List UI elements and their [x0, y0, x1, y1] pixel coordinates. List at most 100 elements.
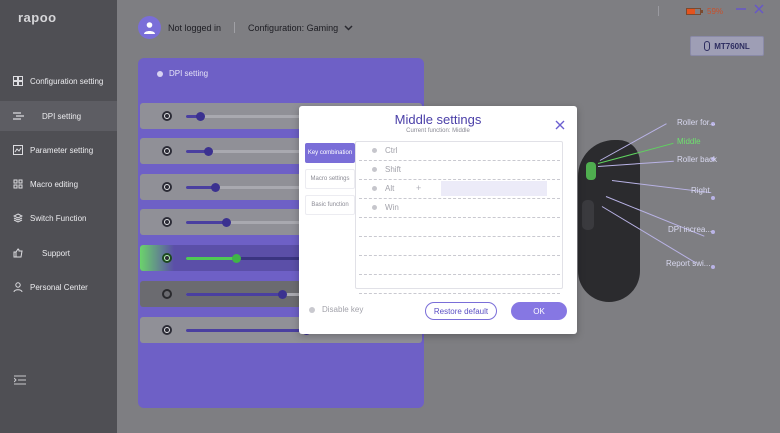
configuration-selector[interactable]: Configuration: Gaming	[248, 23, 338, 33]
key-row-alt[interactable]: Alt +	[359, 180, 560, 199]
dpi-slider-handle[interactable]	[232, 254, 242, 263]
dpi-slider[interactable]	[186, 183, 306, 192]
checkbox-dot[interactable]	[372, 186, 377, 191]
radio-dot[interactable]	[309, 306, 315, 313]
sidebar-item-label: Configuration setting	[30, 76, 104, 86]
key-row-empty	[359, 218, 560, 237]
sidebar-item-label: Macro editing	[30, 179, 79, 189]
label-right[interactable]: Right	[691, 186, 710, 195]
sidebar-item-label: Personal Center	[30, 282, 88, 292]
mouse-wheel	[586, 162, 596, 180]
label-dpi-increase[interactable]: DPI increa...	[668, 225, 712, 234]
macro-icon	[12, 178, 24, 190]
chevron-down-icon[interactable]	[344, 23, 353, 33]
device-selector-button[interactable]: MT760NL	[690, 36, 764, 56]
dpi-slider[interactable]	[186, 326, 311, 335]
tab-macro-settings[interactable]: Macro settings	[305, 169, 355, 189]
device-name: MT760NL	[714, 41, 750, 51]
mouse-icon	[704, 41, 711, 51]
divider	[234, 22, 236, 33]
label-middle[interactable]: Middle	[677, 137, 701, 146]
tab-key-combination[interactable]: Key combination	[305, 143, 355, 163]
key-row-shift[interactable]: Shift	[359, 161, 560, 180]
key-label: Alt	[385, 184, 395, 193]
key-combination-list: Ctrl Shift Alt + Win	[355, 141, 563, 294]
dialog-subtitle: Current function: Middle	[406, 128, 470, 134]
mouse-side-button	[582, 200, 594, 230]
dpi-slider-handle[interactable]	[278, 290, 287, 299]
divider	[658, 6, 659, 16]
sidebar-item-parameter[interactable]: Parameter setting	[0, 135, 117, 165]
ok-button[interactable]: OK	[511, 302, 567, 320]
plus-sign: +	[416, 183, 422, 193]
sidebar-item-switch-function[interactable]: Switch Function	[0, 203, 117, 233]
dpi-radio[interactable]	[162, 217, 172, 227]
close-icon[interactable]	[754, 3, 764, 17]
dpi-title-text: DPI setting	[169, 69, 209, 78]
dpi-slider[interactable]	[186, 147, 306, 156]
sidebar-item-configuration[interactable]: Configuration setting	[0, 66, 117, 96]
dpi-slider-handle[interactable]	[210, 183, 220, 192]
dpi-icon	[12, 110, 24, 122]
label-roller-back[interactable]: Roller back	[677, 155, 717, 164]
sidebar-item-label: Switch Function	[30, 213, 87, 223]
sidebar-item-label: Support	[42, 248, 71, 258]
label-report-switch[interactable]: Report swi...	[666, 259, 710, 268]
sidebar-item-support[interactable]: Support	[0, 238, 117, 268]
key-row-empty	[359, 256, 560, 275]
sidebar-item-personal-center[interactable]: Personal Center	[0, 272, 117, 302]
dpi-slider-handle[interactable]	[203, 147, 213, 156]
dialog-title: Middle settings	[394, 112, 482, 127]
collapse-icon[interactable]	[13, 374, 26, 388]
title-dot	[157, 70, 163, 77]
key-label: Win	[385, 203, 399, 212]
key-row-empty	[359, 275, 560, 294]
dpi-radio[interactable]	[162, 182, 172, 192]
key-label: Ctrl	[385, 146, 398, 155]
thumbs-up-icon	[12, 247, 24, 259]
dpi-slider[interactable]	[186, 218, 306, 227]
dpi-radio[interactable]	[162, 253, 172, 263]
disable-key-option[interactable]: Disable key	[309, 305, 363, 314]
sidebar-item-macro[interactable]: Macro editing	[0, 169, 117, 199]
dpi-slider-handle[interactable]	[221, 218, 231, 227]
dpi-radio[interactable]	[162, 111, 172, 121]
grid-icon	[12, 75, 24, 87]
dialog-tabs: Key combination Macro settings Basic fun…	[305, 143, 355, 221]
dpi-slider-handle[interactable]	[196, 112, 206, 121]
dpi-slider[interactable]	[186, 254, 306, 263]
sidebar-item-dpi[interactable]: DPI setting	[0, 101, 117, 131]
key-row-ctrl[interactable]: Ctrl	[359, 142, 560, 161]
parameter-icon	[12, 144, 24, 156]
layers-icon	[12, 212, 24, 224]
key-input-field[interactable]	[441, 181, 547, 196]
restore-default-button[interactable]: Restore default	[425, 302, 497, 320]
dpi-radio[interactable]	[162, 146, 172, 156]
dpi-radio[interactable]	[162, 325, 172, 335]
key-row-empty	[359, 237, 560, 256]
dpi-panel-title: DPI setting	[157, 69, 208, 78]
disable-key-label: Disable key	[322, 305, 364, 314]
dpi-radio[interactable]	[162, 289, 172, 299]
sidebar-item-label: Parameter setting	[30, 145, 94, 155]
battery-indicator: 59%	[686, 7, 723, 16]
minimize-icon[interactable]	[736, 3, 746, 17]
label-roller-forward[interactable]: Roller for...	[677, 118, 716, 127]
dpi-slider[interactable]	[186, 290, 306, 299]
sidebar-item-label: DPI setting	[42, 111, 82, 121]
login-status[interactable]: Not logged in	[168, 23, 221, 33]
close-icon[interactable]	[555, 118, 565, 133]
checkbox-dot[interactable]	[372, 167, 377, 172]
sidebar: rapoo Configuration setting DPI setting …	[0, 0, 117, 433]
battery-percent: 59%	[707, 7, 724, 16]
key-row-win[interactable]: Win	[359, 199, 560, 218]
dpi-slider[interactable]	[186, 112, 306, 121]
user-bar: Not logged in Configuration: Gaming	[138, 16, 353, 39]
tab-basic-function[interactable]: Basic function	[305, 195, 355, 215]
middle-settings-dialog: Middle settings Current function: Middle…	[299, 106, 577, 334]
app-logo: rapoo	[18, 10, 57, 25]
checkbox-dot[interactable]	[372, 205, 377, 210]
avatar[interactable]	[138, 16, 161, 39]
checkbox-dot[interactable]	[372, 148, 377, 153]
person-icon	[12, 281, 24, 293]
